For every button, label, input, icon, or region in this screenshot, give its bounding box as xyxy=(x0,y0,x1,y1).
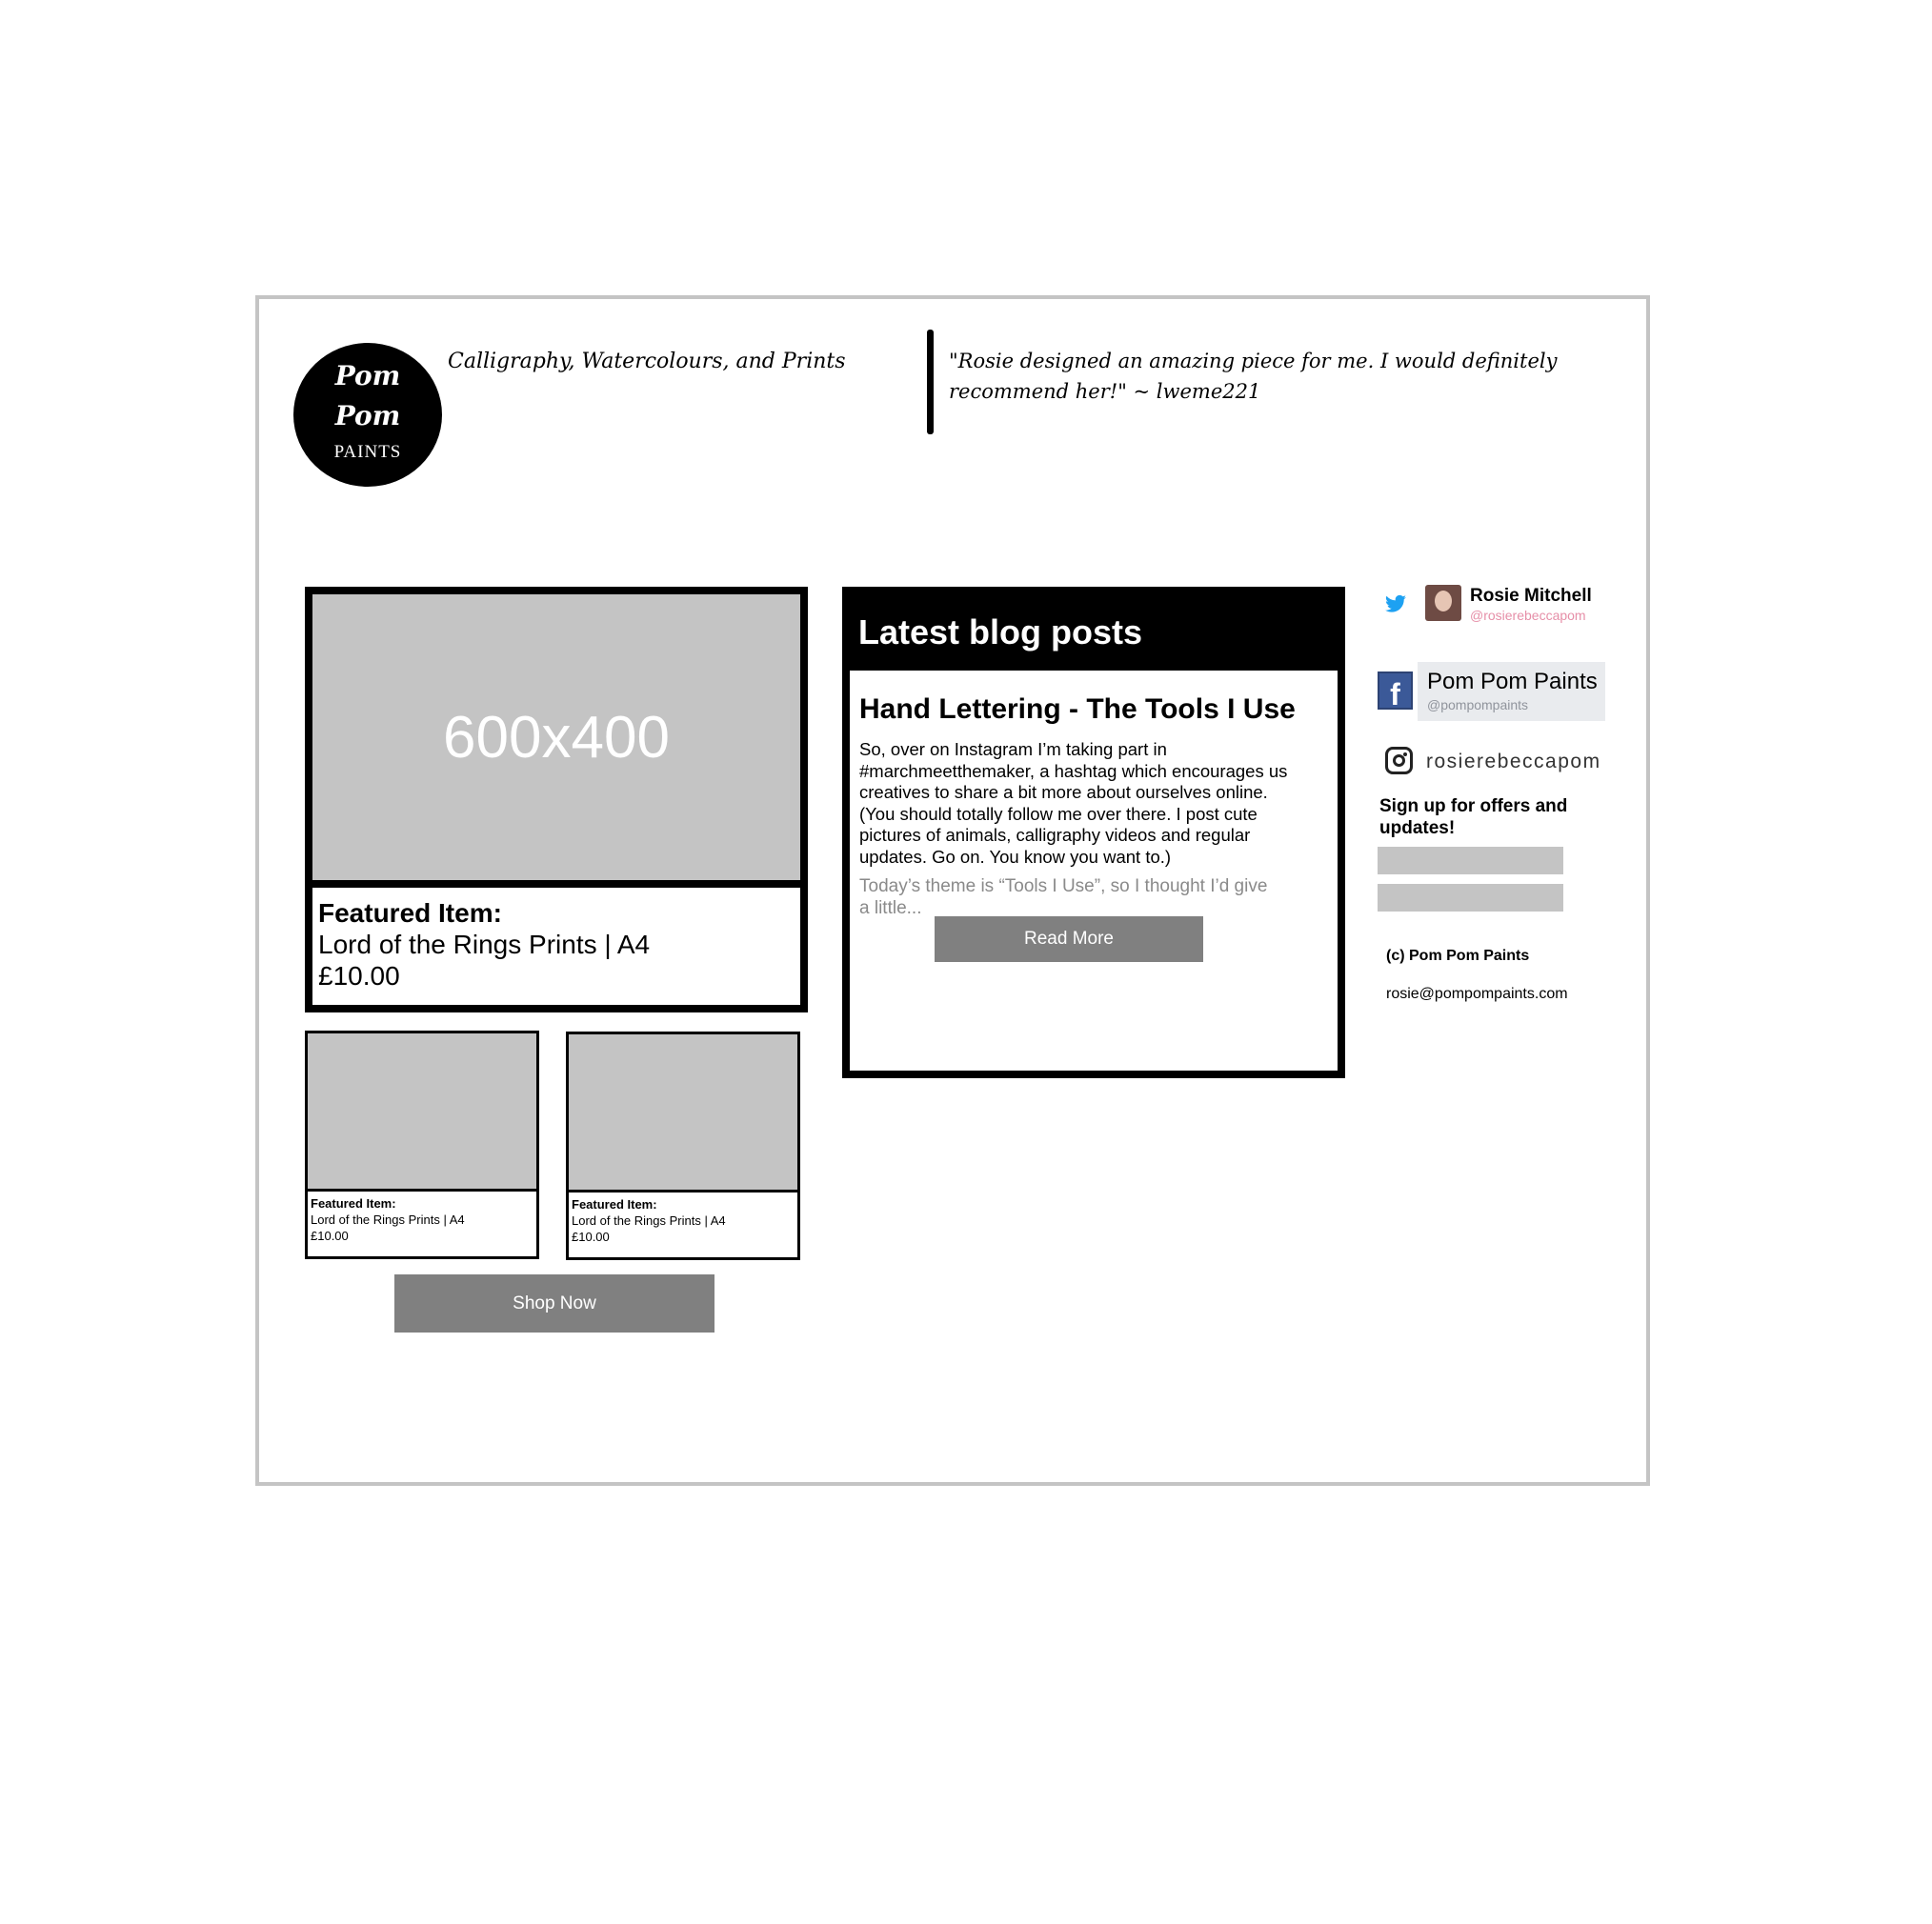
small-featured-label: Featured Item: xyxy=(311,1196,396,1211)
twitter-name[interactable]: Rosie Mitchell xyxy=(1470,586,1592,607)
site-tagline: Calligraphy, Watercolours, and Prints xyxy=(448,350,846,373)
twitter-bird-icon[interactable] xyxy=(1384,592,1407,615)
instagram-icon[interactable] xyxy=(1385,747,1413,774)
signup-email-field[interactable] xyxy=(1378,884,1563,912)
featured-price: £10.00 xyxy=(318,961,400,991)
featured-label: Featured Item: xyxy=(318,898,502,928)
instagram-handle[interactable]: rosierebeccapom xyxy=(1426,751,1601,773)
blog-post-excerpt: So, over on Instagram I’m taking part in… xyxy=(859,739,1288,867)
small-featured-caption: Featured Item: Lord of the Rings Prints … xyxy=(572,1196,726,1245)
logo-line-3: PAINTS xyxy=(333,442,402,462)
small-featured-price: £10.00 xyxy=(572,1230,610,1244)
shop-now-button[interactable]: Shop Now xyxy=(394,1274,714,1333)
featured-image-placeholder[interactable]: 600x400 xyxy=(312,594,800,888)
small-featured-caption: Featured Item: Lord of the Rings Prints … xyxy=(311,1195,465,1244)
small-featured-name: Lord of the Rings Prints | A4 xyxy=(572,1213,726,1228)
latest-blog-posts-panel: Latest blog posts Hand Lettering - The T… xyxy=(842,587,1345,1078)
small-featured-label: Featured Item: xyxy=(572,1197,657,1212)
testimonial-quote: "Rosie designed an amazing piece for me.… xyxy=(949,350,1558,403)
small-featured-name: Lord of the Rings Prints | A4 xyxy=(311,1213,465,1227)
small-featured-image-placeholder[interactable] xyxy=(308,1033,536,1192)
read-more-button[interactable]: Read More xyxy=(935,916,1203,962)
twitter-avatar[interactable] xyxy=(1425,585,1461,621)
featured-item-small-card[interactable]: Featured Item: Lord of the Rings Prints … xyxy=(305,1031,539,1259)
featured-item-card[interactable]: 600x400 Featured Item: Lord of the Rings… xyxy=(305,587,808,1012)
signup-name-field[interactable] xyxy=(1378,847,1563,874)
quote-divider xyxy=(927,330,934,434)
featured-item-small-card[interactable]: Featured Item: Lord of the Rings Prints … xyxy=(566,1032,800,1260)
blog-post-title[interactable]: Hand Lettering - The Tools I Use xyxy=(859,693,1296,726)
blog-post-excerpt-fade: Today’s theme is “Tools I Use”, so I tho… xyxy=(859,876,1268,918)
avatar-face xyxy=(1435,591,1452,611)
copyright-text: (c) Pom Pom Paints xyxy=(1386,948,1530,964)
pom-pom-paints-logo[interactable]: Pom Pom PAINTS xyxy=(293,343,442,487)
twitter-handle[interactable]: @rosierebeccapom xyxy=(1470,608,1586,623)
facebook-handle[interactable]: @pompompaints xyxy=(1427,697,1528,712)
contact-email-link[interactable]: rosie@pompompaints.com xyxy=(1386,986,1568,1003)
signup-heading: Sign up for offers and updates! xyxy=(1379,796,1568,838)
blog-heading: Latest blog posts xyxy=(850,594,1338,671)
featured-name: Lord of the Rings Prints | A4 xyxy=(318,930,651,959)
featured-caption: Featured Item: Lord of the Rings Prints … xyxy=(318,897,650,992)
small-featured-image-placeholder[interactable] xyxy=(569,1034,797,1192)
small-featured-price: £10.00 xyxy=(311,1229,349,1243)
facebook-icon[interactable]: f xyxy=(1378,671,1413,711)
logo-line-2: Pom xyxy=(334,400,401,431)
facebook-page-name[interactable]: Pom Pom Paints xyxy=(1427,669,1598,695)
logo-line-1: Pom xyxy=(334,360,401,391)
